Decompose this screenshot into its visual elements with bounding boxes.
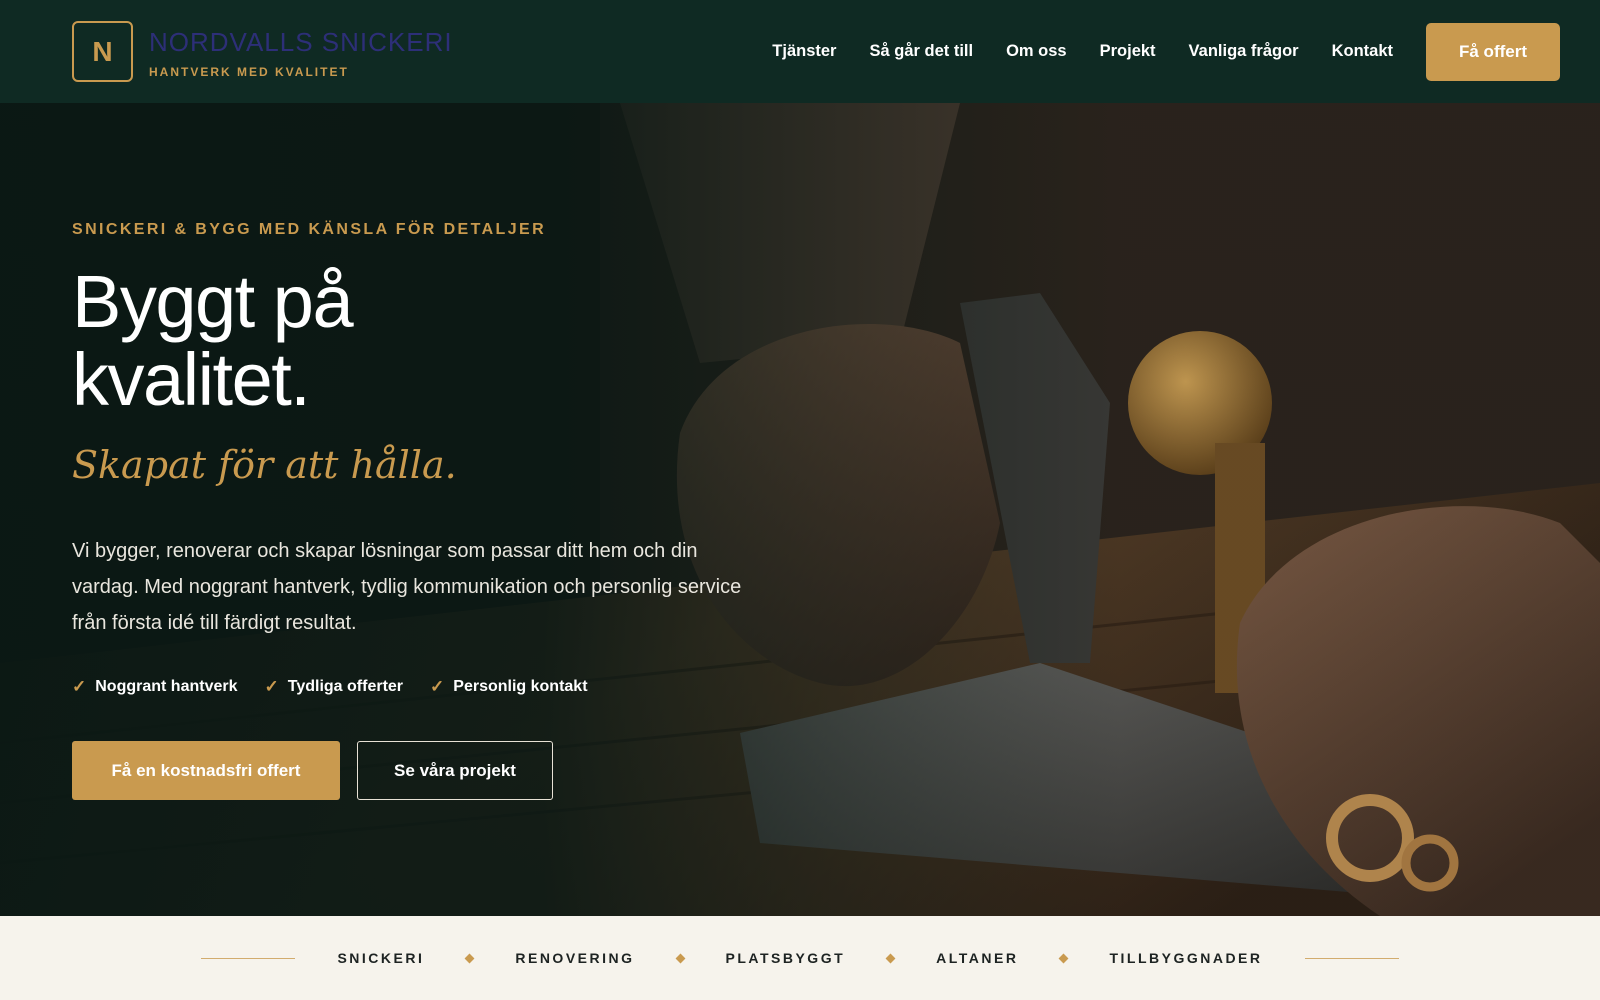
- view-projects-button[interactable]: Se våra projekt: [357, 741, 553, 800]
- checklist-item: ✓ Tydliga offerter: [265, 677, 404, 697]
- nav-item-om-oss[interactable]: Om oss: [1006, 42, 1067, 61]
- service-item-platsbyggt: PLATSBYGGT: [725, 950, 846, 966]
- nav-item-kontakt[interactable]: Kontakt: [1332, 42, 1393, 61]
- diamond-icon: [1059, 953, 1069, 963]
- checkmark-icon: ✓: [264, 677, 279, 696]
- hero-eyebrow: SNICKERI & BYGG MED KÄNSLA FÖR DETALJER: [72, 221, 547, 238]
- diamond-icon: [675, 953, 685, 963]
- checkmark-icon: ✓: [430, 677, 445, 696]
- service-item-renovering: RENOVERING: [515, 950, 635, 966]
- logo-letter: N: [92, 35, 113, 67]
- nav-item-projekt[interactable]: Projekt: [1100, 42, 1156, 61]
- nav-item-tjanster[interactable]: Tjänster: [772, 42, 836, 61]
- checklist-item: ✓ Personlig kontakt: [430, 677, 588, 697]
- brand[interactable]: NORDVALLS SNICKERI HANTVERK MED KVALITET: [149, 29, 453, 79]
- hero-headline: Byggt på kvalitet.: [72, 260, 354, 421]
- logo-mark[interactable]: N: [72, 21, 133, 82]
- hero-headline-line2: kvalitet.: [72, 338, 311, 421]
- strip-divider-line: [201, 957, 296, 959]
- checklist-item-label: Noggrant hantverk: [95, 678, 238, 695]
- get-quote-button[interactable]: Få offert: [1426, 22, 1560, 81]
- main-nav: Tjänster Så går det till Om oss Projekt …: [772, 22, 1560, 81]
- free-quote-button[interactable]: Få en kostnadsfri offert: [72, 741, 340, 800]
- diamond-icon: [885, 953, 896, 963]
- service-item-tillbyggnader: TILLBYGGNADER: [1109, 950, 1263, 966]
- hero-section: SNICKERI & BYGG MED KÄNSLA FÖR DETALJER …: [0, 103, 1600, 916]
- hero-actions: Få en kostnadsfri offert Se våra projekt: [72, 741, 553, 800]
- diamond-icon: [464, 953, 475, 963]
- hero-subheadline: Skapat för att hålla.: [72, 443, 457, 487]
- brand-name: NORDVALLS SNICKERI: [149, 26, 453, 57]
- site-header: N NORDVALLS SNICKERI HANTVERK MED KVALIT…: [0, 0, 1600, 103]
- services-strip: SNICKERI RENOVERING PLATSBYGGT ALTANER T…: [0, 916, 1600, 1000]
- hero-lead-text: Vi bygger, renoverar och skapar lösninga…: [72, 540, 742, 634]
- hero-headline-line1: Byggt på: [72, 260, 354, 343]
- checkmark-icon: ✓: [72, 677, 87, 696]
- nav-item-sa-gar-det-till[interactable]: Så går det till: [869, 42, 973, 61]
- hero-checklist: ✓ Noggrant hantverk ✓ Tydliga offerter ✓…: [72, 677, 615, 697]
- strip-divider-line: [1304, 957, 1399, 959]
- checklist-item: ✓ Noggrant hantverk: [72, 677, 238, 697]
- nav-item-vanliga-fragor[interactable]: Vanliga frågor: [1189, 42, 1299, 61]
- brand-tagline: HANTVERK MED KVALITET: [149, 64, 349, 79]
- checklist-item-label: Personlig kontakt: [453, 678, 588, 695]
- service-item-snickeri: SNICKERI: [337, 950, 425, 966]
- service-item-altaner: ALTANER: [936, 950, 1019, 966]
- checklist-item-label: Tydliga offerter: [287, 678, 404, 695]
